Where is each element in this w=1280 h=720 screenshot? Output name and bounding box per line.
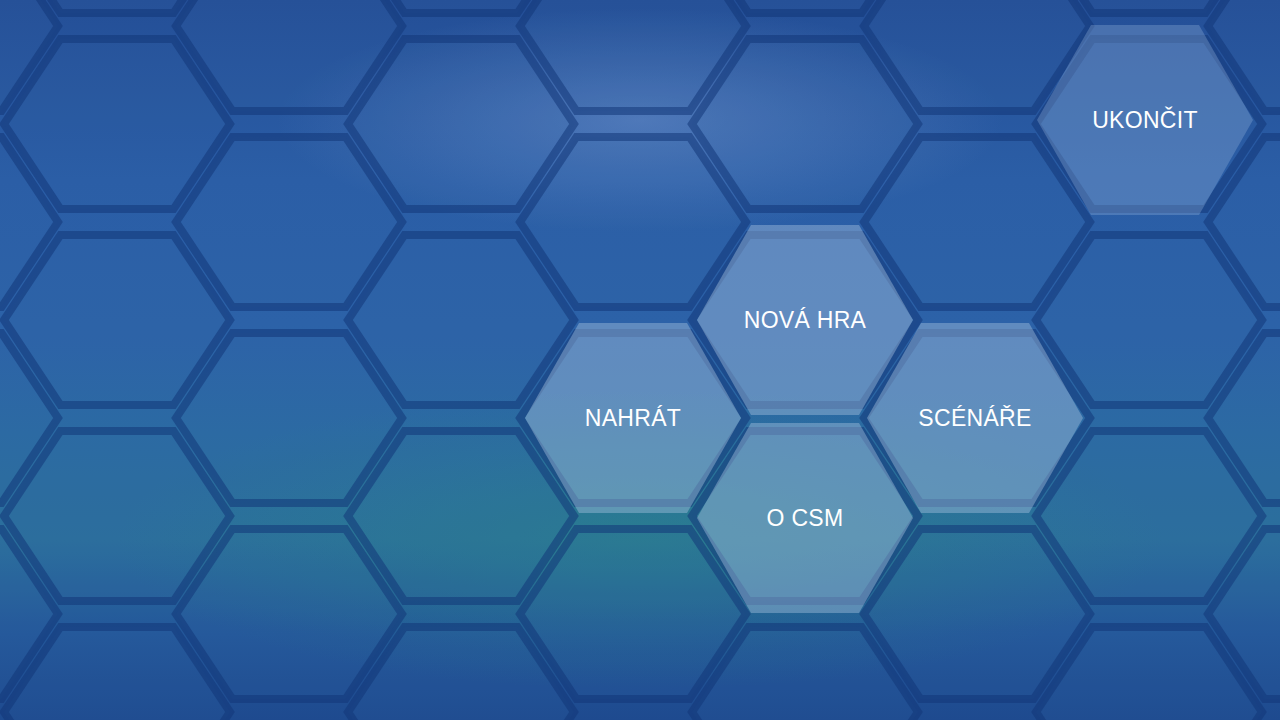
main-menu-screen: NOVÁ HRA NAHRÁT SCÉNÁŘE O CSM UKONČIT bbox=[0, 0, 1280, 720]
menu-button-label: NAHRÁT bbox=[585, 405, 681, 432]
menu-button-label: NOVÁ HRA bbox=[744, 307, 867, 334]
menu-button-label: O CSM bbox=[767, 505, 844, 532]
menu-button-label: SCÉNÁŘE bbox=[918, 405, 1031, 432]
exit-button-label: UKONČIT bbox=[1092, 107, 1198, 134]
